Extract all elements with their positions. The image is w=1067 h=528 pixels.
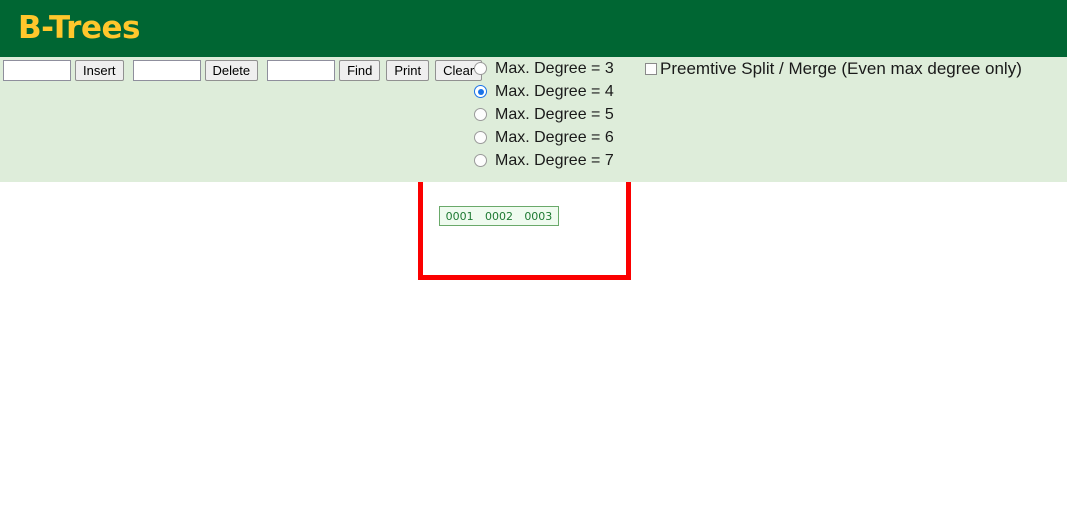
max-degree-option-label: Max. Degree = 4 (495, 82, 614, 100)
insert-button[interactable]: Insert (75, 60, 124, 81)
checkbox-icon[interactable] (645, 63, 657, 75)
preemptive-split-merge-label: Preemtive Split / Merge (Even max degree… (660, 59, 1022, 78)
toolbar: Insert Delete Find Print Clear (0, 60, 488, 81)
find-input[interactable] (267, 60, 336, 81)
preemptive-split-merge-option[interactable]: Preemtive Split / Merge (Even max degree… (645, 59, 1022, 79)
btree-node-key: 0001 (445, 209, 474, 223)
max-degree-option-6[interactable]: Max. Degree = 6 (474, 126, 614, 149)
delete-input[interactable] (132, 60, 201, 81)
max-degree-radio-group: Max. Degree = 3 Max. Degree = 4 Max. Degre… (474, 57, 614, 172)
btree-node-key: 0002 (484, 209, 513, 223)
max-degree-option-label: Max. Degree = 6 (495, 128, 614, 146)
highlight-rectangle (418, 182, 631, 280)
radio-icon[interactable] (474, 108, 487, 121)
insert-input[interactable] (3, 60, 71, 81)
control-panel: Insert Delete Find Print Clear Max. Degr… (0, 57, 1067, 182)
radio-icon[interactable] (474, 62, 487, 75)
app-header: B-Trees (0, 0, 1067, 57)
max-degree-option-label: Max. Degree = 7 (495, 151, 614, 169)
page-title: B-Trees (18, 10, 140, 46)
btree-node-key: 0003 (524, 209, 553, 223)
max-degree-option-label: Max. Degree = 3 (495, 59, 614, 77)
visualization-canvas[interactable]: 0001 0002 0003 (0, 182, 1067, 528)
max-degree-option-3[interactable]: Max. Degree = 3 (474, 57, 614, 80)
max-degree-option-5[interactable]: Max. Degree = 5 (474, 103, 614, 126)
find-button[interactable]: Find (339, 60, 381, 81)
max-degree-option-7[interactable]: Max. Degree = 7 (474, 149, 614, 172)
btree-node[interactable]: 0001 0002 0003 (439, 206, 559, 226)
max-degree-option-label: Max. Degree = 5 (495, 105, 614, 123)
print-button[interactable]: Print (386, 60, 430, 81)
delete-button[interactable]: Delete (204, 60, 259, 81)
radio-icon[interactable] (474, 131, 487, 144)
radio-icon[interactable] (474, 85, 487, 98)
max-degree-option-4[interactable]: Max. Degree = 4 (474, 80, 614, 103)
radio-icon[interactable] (474, 154, 487, 167)
